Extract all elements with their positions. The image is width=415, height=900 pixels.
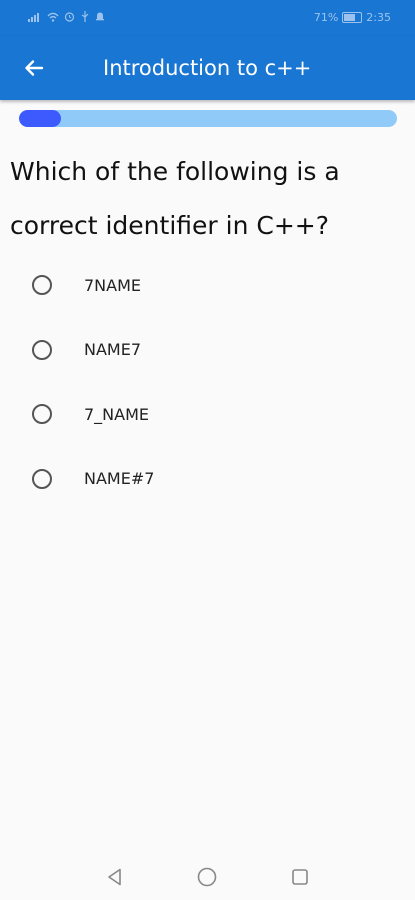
wifi-icon	[47, 12, 59, 22]
nav-back-button[interactable]	[104, 866, 126, 888]
page-title: Introduction to c++	[103, 56, 312, 80]
quiz-progress-fill	[19, 110, 61, 127]
answer-option[interactable]: NAME7	[0, 318, 415, 383]
battery-icon	[342, 12, 363, 23]
home-circle-icon	[197, 867, 217, 887]
signal-icon	[28, 12, 39, 22]
radio-button[interactable]	[32, 404, 52, 425]
recents-square-icon	[292, 869, 308, 885]
radio-button[interactable]	[32, 275, 52, 296]
nav-recents-button[interactable]	[289, 866, 311, 888]
quiz-progress-bar	[19, 110, 397, 127]
back-button[interactable]	[18, 52, 50, 84]
option-label: NAME#7	[84, 469, 155, 489]
battery-percent: 71%	[313, 11, 339, 24]
notification-icon	[96, 12, 104, 21]
answer-option[interactable]: NAME#7	[0, 447, 415, 512]
status-icons	[28, 11, 105, 22]
system-nav-bar	[0, 854, 415, 900]
answer-option[interactable]: 7NAME	[0, 253, 415, 318]
status-right: 71% 2:35	[314, 11, 391, 24]
status-time: 2:35	[366, 11, 391, 24]
question-text: Which of the following is a correct iden…	[10, 157, 340, 240]
radio-button[interactable]	[32, 339, 52, 360]
app-bar: Introduction to c++	[0, 36, 415, 100]
answer-option[interactable]: 7_NAME	[0, 382, 415, 447]
option-label: NAME7	[84, 340, 142, 360]
answer-options: 7NAME NAME7 7_NAME NAME#7	[0, 253, 415, 511]
nav-home-button[interactable]	[196, 866, 218, 888]
usb-icon	[81, 11, 89, 22]
back-triangle-icon	[108, 868, 121, 886]
arrow-back-icon	[25, 60, 44, 76]
alarm-icon	[64, 12, 75, 22]
radio-button[interactable]	[32, 468, 52, 489]
option-label: 7NAME	[84, 275, 142, 295]
status-bar: 71% 2:35	[0, 0, 415, 36]
option-label: 7_NAME	[84, 404, 150, 424]
